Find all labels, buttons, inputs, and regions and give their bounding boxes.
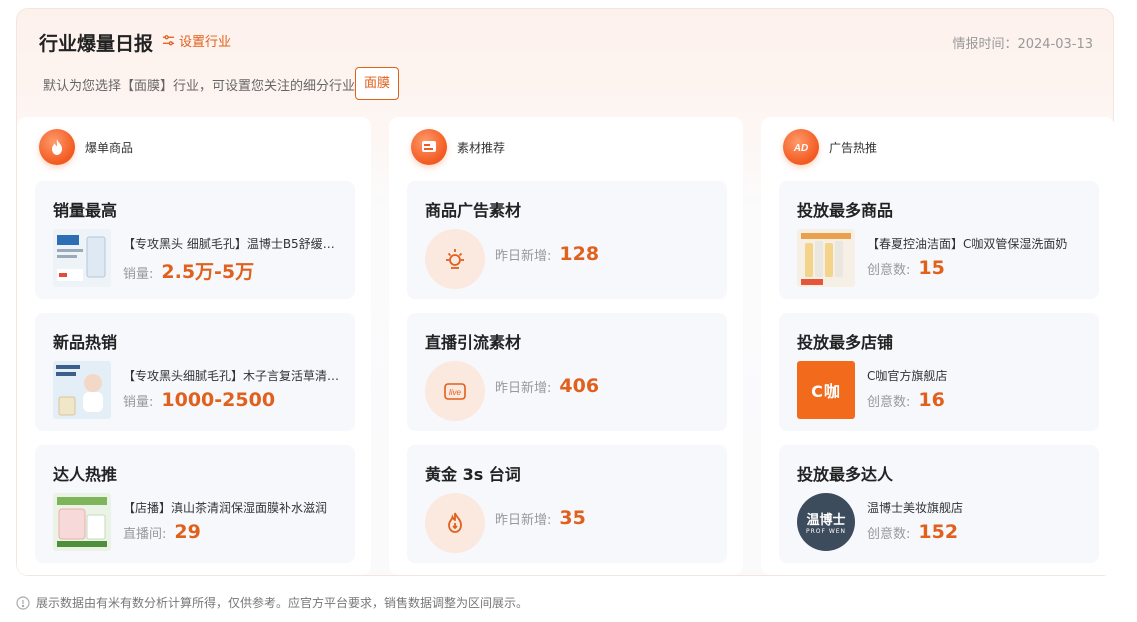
- card-new-hot[interactable]: 新品热销 【专攻黑头细腻毛孔】木子言复活草清洁面膜 销量: 1000-2500: [35, 313, 355, 431]
- column-label: 爆单商品: [85, 140, 134, 155]
- report-date: 情报时间：2024-03-13: [952, 37, 1093, 52]
- sales-metric: 销量: 2.5万-5万: [123, 257, 254, 284]
- material-icon: [411, 129, 447, 165]
- industry-tag-button[interactable]: 面膜: [355, 67, 400, 100]
- card-title: 直播引流素材: [425, 333, 522, 352]
- fire-icon: [39, 129, 75, 165]
- sales-metric: 销量: 1000-2500: [123, 389, 275, 411]
- metric-label: 销量:: [123, 267, 154, 282]
- card-most-ad-store[interactable]: 投放最多店铺 C咖 C咖官方旗舰店 创意数: 16: [779, 313, 1099, 431]
- store-name[interactable]: C咖官方旗舰店: [867, 367, 1087, 384]
- filter-settings-icon: [162, 35, 175, 46]
- metric-value: 1000-2500: [161, 389, 276, 411]
- footer-note: 展示数据由有米有数分析计算所得，仅供参考。应官方平台要求，销售数据调整为区间展示…: [16, 594, 528, 611]
- column-material: 素材推荐 商品广告素材 昨日新增: 128 直播引流素材 live 昨日新增: …: [389, 117, 743, 575]
- industry-description: 默认为您选择【面膜】行业，可设置您关注的细分行业: [43, 79, 356, 94]
- new-yesterday-metric: 昨日新增: 35: [495, 507, 586, 529]
- store-logo-text: C咖: [811, 382, 841, 401]
- card-top-sales[interactable]: 销量最高 【专攻黑头 细腻毛孔】温博士B5舒缓修护面膜 销量: 2.5万-5万: [35, 181, 355, 299]
- flame-icon: [425, 493, 485, 553]
- card-golden-3s-lines[interactable]: 黄金 3s 台词 昨日新增: 35: [407, 445, 727, 563]
- product-name[interactable]: 【专攻黑头细腻毛孔】木子言复活草清洁面膜: [123, 367, 343, 384]
- card-most-ad-influencer[interactable]: 投放最多达人 温博士 PROF WEN 温博士美妆旗舰店 创意数: 152: [779, 445, 1099, 563]
- ad-icon: AD: [783, 129, 819, 165]
- creative-count-metric: 创意数: 16: [867, 389, 945, 411]
- store-logo[interactable]: C咖: [797, 361, 855, 419]
- metric-label: 昨日新增:: [495, 513, 552, 528]
- card-title: 投放最多店铺: [797, 333, 894, 352]
- card-title: 销量最高: [53, 201, 118, 220]
- new-yesterday-metric: 昨日新增: 406: [495, 375, 599, 397]
- metric-label: 销量:: [123, 395, 154, 410]
- card-most-ad-product[interactable]: 投放最多商品 【春夏控油洁面】C咖双管保湿洗面奶 创意数: 15: [779, 181, 1099, 299]
- page-title: 行业爆量日报: [39, 33, 154, 55]
- card-title: 黄金 3s 台词: [425, 465, 521, 484]
- metric-label: 昨日新增:: [495, 249, 552, 264]
- metric-value: 15: [918, 257, 945, 279]
- bulb-icon: [425, 229, 485, 289]
- column-header: AD 广告热推: [783, 127, 877, 167]
- footer-text: 展示数据由有米有数分析计算所得，仅供参考。应官方平台要求，销售数据调整为区间展示…: [36, 596, 529, 610]
- daily-report-panel: 行业爆量日报 设置行业 情报时间：2024-03-13 默认为您选择【面膜】行业…: [16, 8, 1115, 576]
- metric-label: 直播间:: [123, 527, 167, 542]
- metric-value: 16: [918, 389, 945, 411]
- svg-text:live: live: [449, 388, 462, 397]
- metric-value: 35: [559, 507, 586, 529]
- card-live-material[interactable]: 直播引流素材 live 昨日新增: 406: [407, 313, 727, 431]
- card-influencer-pick[interactable]: 达人热推 【店播】滇山茶清润保湿面膜补水滋润 直播间: 29: [35, 445, 355, 563]
- column-label: 素材推荐: [457, 140, 506, 155]
- influencer-name[interactable]: 温博士美妆旗舰店: [867, 499, 1087, 516]
- svg-text:AD: AD: [793, 143, 808, 154]
- card-title: 新品热销: [53, 333, 118, 352]
- metric-label: 创意数:: [867, 263, 911, 278]
- product-thumbnail[interactable]: [797, 229, 855, 287]
- metric-label: 昨日新增:: [495, 381, 552, 396]
- metric-value: 406: [559, 375, 600, 397]
- influencer-avatar[interactable]: 温博士 PROF WEN: [797, 493, 855, 551]
- new-yesterday-metric: 昨日新增: 128: [495, 243, 599, 265]
- card-product-ad-material[interactable]: 商品广告素材 昨日新增: 128: [407, 181, 727, 299]
- column-ad-hot: AD 广告热推 投放最多商品 【春夏控油洁面】C咖双管保湿洗面奶 创意数: 15…: [761, 117, 1115, 575]
- metric-value: 152: [918, 521, 959, 543]
- column-header: 爆单商品: [39, 127, 133, 167]
- avatar-logo-subtext: PROF WEN: [805, 528, 847, 535]
- metric-label: 创意数:: [867, 527, 911, 542]
- product-thumbnail[interactable]: [53, 493, 111, 551]
- product-name[interactable]: 【专攻黑头 细腻毛孔】温博士B5舒缓修护面膜: [123, 235, 343, 252]
- avatar-logo-text: 温博士: [806, 513, 846, 528]
- live-room-metric: 直播间: 29: [123, 521, 201, 543]
- card-title: 商品广告素材: [425, 201, 522, 220]
- card-title: 投放最多商品: [797, 201, 894, 220]
- card-title: 达人热推: [53, 465, 118, 484]
- column-label: 广告热推: [829, 140, 878, 155]
- metric-value: 29: [174, 521, 201, 543]
- live-icon: live: [425, 361, 485, 421]
- metric-value: 2.5万-5万: [161, 261, 255, 283]
- metric-label: 创意数:: [867, 395, 911, 410]
- product-thumbnail[interactable]: [53, 361, 111, 419]
- set-industry-button[interactable]: 设置行业: [162, 31, 231, 50]
- creative-count-metric: 创意数: 152: [867, 521, 958, 543]
- info-icon: [16, 595, 30, 610]
- metric-value: 128: [559, 243, 600, 265]
- product-name[interactable]: 【春夏控油洁面】C咖双管保湿洗面奶: [867, 235, 1087, 252]
- column-hot-products: 爆单商品 销量最高 【专攻黑头 细腻毛孔】温博士B5舒缓修护面膜 销量: 2.5…: [17, 117, 371, 575]
- creative-count-metric: 创意数: 15: [867, 257, 945, 279]
- card-title: 投放最多达人: [797, 465, 894, 484]
- column-header: 素材推荐: [411, 127, 505, 167]
- product-name[interactable]: 【店播】滇山茶清润保湿面膜补水滋润: [123, 499, 343, 516]
- set-industry-label: 设置行业: [179, 35, 232, 50]
- product-thumbnail[interactable]: [53, 229, 111, 287]
